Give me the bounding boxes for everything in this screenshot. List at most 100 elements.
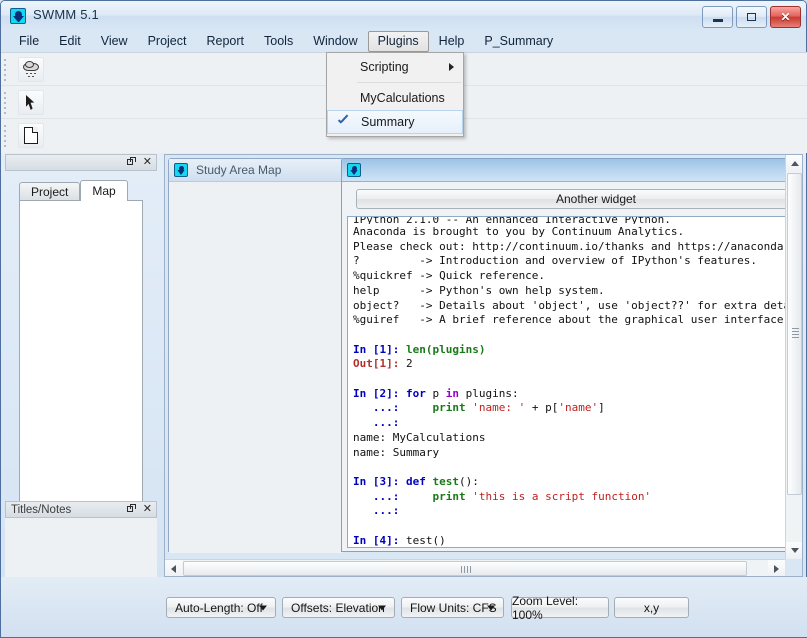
flow-units-combo[interactable]: Flow Units: CFS xyxy=(401,597,504,618)
rain-cloud-button[interactable] xyxy=(18,57,44,82)
console-cell-3-input: In [3]: def test(): xyxy=(353,474,479,488)
study-area-map-canvas[interactable] xyxy=(169,182,343,553)
menu-item-label: Summary xyxy=(361,115,415,129)
chevron-down-icon xyxy=(487,605,495,610)
scroll-up-button[interactable] xyxy=(786,155,802,172)
menu-item-label: MyCalculations xyxy=(360,91,445,105)
panel-buttons: ✕ xyxy=(126,503,152,514)
coordinates-indicator[interactable]: x,y xyxy=(614,597,689,618)
console-cell-1-output: Out[1]: 2 xyxy=(348,356,802,371)
menu-p-summary[interactable]: P_Summary xyxy=(474,31,563,52)
console-banner-line: help -> Python's own help system. xyxy=(353,283,605,297)
zoom-level-indicator[interactable]: Zoom Level: 100% xyxy=(511,594,609,622)
prompt-cont: ...: xyxy=(372,401,400,415)
menu-file[interactable]: File xyxy=(9,31,49,52)
plugins-dropdown-menu: Scripting MyCalculations Summary xyxy=(326,52,464,137)
prompt-in-1: In [1]: xyxy=(353,342,400,356)
mdi-client-area: Study Area Map Another widget IPython 2.… xyxy=(164,154,803,577)
titles-notes-title: Titles/Notes xyxy=(11,503,72,516)
summary-plugin-window[interactable]: Another widget IPython 2.1.0 -- An enhan… xyxy=(341,158,803,552)
menu-item-summary[interactable]: Summary xyxy=(327,110,463,134)
float-panel-icon[interactable] xyxy=(126,157,136,166)
cell-1-code: len(plugins) xyxy=(405,342,486,356)
mdi-vertical-scrollbar[interactable] xyxy=(785,155,802,559)
menu-item-scripting[interactable]: Scripting xyxy=(327,55,463,79)
console-cell-4-output: this is a script function xyxy=(348,547,803,548)
study-area-map-window[interactable]: Study Area Map xyxy=(168,158,344,553)
close-button[interactable]: ✕ xyxy=(770,6,801,28)
scroll-down-button[interactable] xyxy=(786,542,802,559)
toolbar-grip[interactable] xyxy=(4,125,8,147)
console-cell-2-output: name: Summary xyxy=(353,445,440,459)
console-cell-2-cont-1: ...: print 'name: ' + p['name'] xyxy=(372,401,605,415)
toolbar-grip[interactable] xyxy=(4,59,8,81)
keyword-def: def xyxy=(405,474,426,488)
minimize-button[interactable] xyxy=(702,6,733,28)
mdi-vscroll-thumb[interactable] xyxy=(787,173,802,495)
float-panel-icon[interactable] xyxy=(126,504,136,513)
console-blank-line xyxy=(348,518,802,533)
console-cell-2-input: In [2]: for p in plugins: xyxy=(353,386,519,400)
console-blank-line xyxy=(348,371,802,386)
auto-length-combo[interactable]: Auto-Length: Off xyxy=(166,597,276,618)
close-icon: ✕ xyxy=(780,10,791,24)
chevron-up-icon xyxy=(790,161,799,166)
close-panel-icon[interactable]: ✕ xyxy=(143,156,152,167)
tab-project[interactable]: Project xyxy=(19,182,81,201)
titles-notes-header: Titles/Notes ✕ xyxy=(5,501,157,518)
window-controls: ✕ xyxy=(702,6,801,28)
study-area-map-title: Study Area Map xyxy=(196,163,282,177)
offsets-combo[interactable]: Offsets: Elevation xyxy=(282,597,395,618)
select-tool-button[interactable] xyxy=(18,90,44,115)
another-widget-button[interactable]: Another widget xyxy=(356,189,802,209)
window-title: SWMM 5.1 xyxy=(33,7,99,22)
console-vertical-scrollbar[interactable] xyxy=(802,218,803,546)
summary-window-titlebar xyxy=(342,159,802,182)
string-literal: 'name' xyxy=(558,401,599,415)
console-banner-line: object? -> Details about 'object', use '… xyxy=(353,298,803,312)
chevron-down-icon xyxy=(378,605,386,610)
keyword-print: print xyxy=(432,401,466,415)
console-cell-3-cont-2: ...: xyxy=(348,503,802,518)
menu-window[interactable]: Window xyxy=(303,31,367,52)
console-cell-2-output: name: MyCalculations xyxy=(353,430,486,444)
prompt-in-4: In [4]: xyxy=(353,533,400,547)
flow-units-label: Flow Units: CFS xyxy=(410,600,497,615)
menu-project[interactable]: Project xyxy=(138,31,197,52)
swmm-icon xyxy=(347,163,361,177)
swmm-icon xyxy=(174,163,188,177)
console-banner-line: Please check out: http://continuum.io/th… xyxy=(353,239,803,253)
menu-view[interactable]: View xyxy=(91,31,138,52)
prompt-cont: ...: xyxy=(372,504,400,518)
close-panel-icon[interactable]: ✕ xyxy=(143,503,152,514)
menu-help[interactable]: Help xyxy=(429,31,475,52)
console-clipped-line: IPython 2.1.0 -- An enhanced Interactive… xyxy=(348,217,802,224)
console-banner-line: %quickref -> Quick reference. xyxy=(353,269,546,283)
menu-plugins[interactable]: Plugins xyxy=(367,31,429,52)
menu-item-mycalculations[interactable]: MyCalculations xyxy=(327,86,463,110)
map-tab-panel[interactable] xyxy=(19,200,143,512)
rain-cloud-icon xyxy=(22,60,40,78)
toolbar-grip[interactable] xyxy=(4,92,8,114)
scroll-right-button[interactable] xyxy=(768,560,785,576)
new-document-button[interactable] xyxy=(18,123,44,148)
study-area-map-titlebar: Study Area Map xyxy=(169,159,343,182)
function-name: test xyxy=(432,474,459,488)
browser-tabstrip: Project Map xyxy=(5,180,157,201)
offsets-label: Offsets: Elevation xyxy=(291,600,385,615)
menu-tools[interactable]: Tools xyxy=(254,31,303,52)
console-cell-2-cont-2: ...: xyxy=(348,415,802,430)
chevron-right-icon xyxy=(774,564,779,573)
menu-edit[interactable]: Edit xyxy=(49,31,91,52)
new-document-icon xyxy=(24,127,38,144)
tab-map[interactable]: Map xyxy=(80,180,128,201)
mdi-hscroll-thumb[interactable] xyxy=(183,561,747,576)
console-cell-1-input: In [1]: len(plugins) xyxy=(348,342,802,357)
chevron-right-icon xyxy=(449,63,454,71)
mdi-horizontal-scrollbar[interactable] xyxy=(165,559,785,576)
scroll-left-button[interactable] xyxy=(165,560,182,576)
menu-separator xyxy=(357,82,461,83)
menu-report[interactable]: Report xyxy=(196,31,254,52)
maximize-button[interactable] xyxy=(736,6,767,28)
ipython-console[interactable]: IPython 2.1.0 -- An enhanced Interactive… xyxy=(347,216,803,548)
